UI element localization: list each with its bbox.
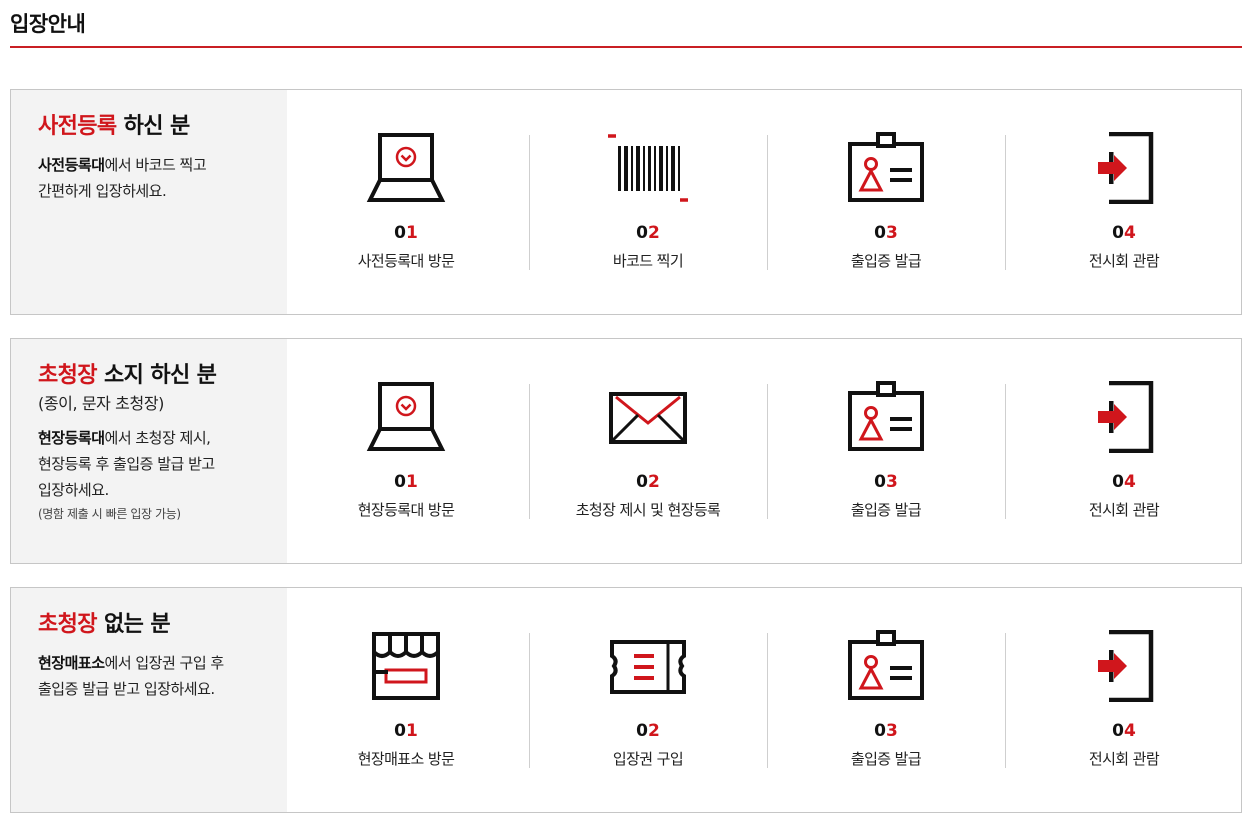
enter-door-icon (1098, 630, 1154, 702)
section-no-invitation: 초청장 없는 분 현장매표소에서 입장권 구입 후 출입증 발급 받고 입장하세… (10, 587, 1242, 813)
step-label: 출입증 발급 (850, 750, 922, 768)
page-title: 입장안내 (10, 12, 86, 36)
ticket-booth-icon (372, 632, 440, 700)
ticket-icon (610, 640, 686, 694)
desc-bold: 사전등록대 (38, 156, 105, 174)
step-3: 03 출입증 발급 (767, 588, 1005, 812)
heading-highlight: 사전등록 (38, 114, 117, 139)
desc-line2: 현장등록 후 출입증 발급 받고 (38, 455, 215, 473)
step-label: 사전등록대 방문 (357, 252, 455, 270)
step-number: 01 (394, 223, 418, 243)
step-label: 입장권 구입 (612, 750, 684, 768)
steps: 01 현장등록대 방문 02 초청장 제시 및 현장등록 03 출입증 발급 0… (287, 339, 1241, 563)
step-label: 전시회 관람 (1088, 252, 1160, 270)
section-info-panel: 사전등록 하신 분 사전등록대에서 바코드 찍고 간편하게 입장하세요. (11, 90, 287, 314)
step-2: 02 바코드 찍기 (529, 90, 767, 314)
step-number: 03 (874, 721, 898, 741)
id-badge-icon (848, 381, 924, 451)
section-info-panel: 초청장 없는 분 현장매표소에서 입장권 구입 후 출입증 발급 받고 입장하세… (11, 588, 287, 812)
laptop-icon (366, 133, 446, 202)
desc-bold: 현장매표소 (38, 654, 105, 672)
section-description: 현장등록대에서 초청장 제시, 현장등록 후 출입증 발급 받고 입장하세요. (38, 425, 287, 503)
section-subheading: (종이, 문자 초청장) (38, 394, 164, 413)
step-number: 04 (1112, 472, 1136, 492)
section-heading: 초청장 없는 분 (38, 610, 287, 640)
step-3: 03 출입증 발급 (767, 90, 1005, 314)
step-label: 전시회 관람 (1088, 501, 1160, 519)
steps: 01 사전등록대 방문 02 바코드 찍기 03 출입증 발급 04 전시회 관… (287, 90, 1241, 314)
desc-bold: 현장등록대 (38, 429, 105, 447)
step-number: 02 (636, 223, 660, 243)
section-description: 사전등록대에서 바코드 찍고 간편하게 입장하세요. (38, 152, 287, 204)
heading-rest: 없는 분 (96, 612, 171, 637)
step-label: 현장매표소 방문 (357, 750, 455, 768)
step-number: 03 (874, 472, 898, 492)
step-number: 04 (1112, 223, 1136, 243)
barcode-icon (608, 134, 688, 202)
section-heading: 초청장 소지 하신 분 (38, 361, 287, 391)
step-4: 04 전시회 관람 (1005, 90, 1243, 314)
desc-line2: 출입증 발급 받고 입장하세요. (38, 680, 215, 698)
desc-rest: 에서 바코드 찍고 (104, 156, 207, 174)
step-3: 03 출입증 발급 (767, 339, 1005, 563)
step-label: 전시회 관람 (1088, 750, 1160, 768)
step-1: 01 사전등록대 방문 (287, 90, 525, 314)
desc-rest: 에서 입장권 구입 후 (104, 654, 225, 672)
step-number: 02 (636, 472, 660, 492)
step-label: 출입증 발급 (850, 252, 922, 270)
section-invitation-holder: 초청장 소지 하신 분 (종이, 문자 초청장) 현장등록대에서 초청장 제시,… (10, 338, 1242, 564)
laptop-icon (366, 382, 446, 451)
id-badge-icon (848, 132, 924, 202)
step-label: 출입증 발급 (850, 501, 922, 519)
desc-rest: 에서 초청장 제시, (104, 429, 211, 447)
heading-rest: 하신 분 (116, 114, 191, 139)
step-label: 초청장 제시 및 현장등록 (575, 501, 721, 519)
step-label: 바코드 찍기 (612, 252, 684, 270)
enter-door-icon (1098, 381, 1154, 453)
heading-highlight: 초청장 (38, 363, 98, 388)
steps: 01 현장매표소 방문 02 입장권 구입 03 출입증 발급 04 전시회 관… (287, 588, 1241, 812)
step-label: 현장등록대 방문 (357, 501, 455, 519)
section-info-panel: 초청장 소지 하신 분 (종이, 문자 초청장) 현장등록대에서 초청장 제시,… (11, 339, 287, 563)
step-2: 02 입장권 구입 (529, 588, 767, 812)
step-4: 04 전시회 관람 (1005, 588, 1243, 812)
step-4: 04 전시회 관람 (1005, 339, 1243, 563)
step-number: 03 (874, 223, 898, 243)
step-number: 01 (394, 721, 418, 741)
step-number: 04 (1112, 721, 1136, 741)
section-heading: 사전등록 하신 분 (38, 112, 287, 142)
section-description: 현장매표소에서 입장권 구입 후 출입증 발급 받고 입장하세요. (38, 650, 287, 702)
desc-line2: 간편하게 입장하세요. (38, 182, 167, 200)
heading-rest: 소지 하신 분 (96, 363, 217, 388)
step-2: 02 초청장 제시 및 현장등록 (529, 339, 767, 563)
step-number: 02 (636, 721, 660, 741)
title-rule (10, 46, 1242, 48)
envelope-icon (609, 392, 687, 444)
step-1: 01 현장등록대 방문 (287, 339, 525, 563)
id-badge-icon (848, 630, 924, 700)
section-note: (명함 제출 시 빠른 입장 가능) (38, 507, 181, 521)
step-number: 01 (394, 472, 418, 492)
section-pre-registered: 사전등록 하신 분 사전등록대에서 바코드 찍고 간편하게 입장하세요. 01 … (10, 89, 1242, 315)
desc-line3: 입장하세요. (38, 481, 109, 499)
heading-highlight: 초청장 (38, 612, 98, 637)
enter-door-icon (1098, 132, 1154, 204)
step-1: 01 현장매표소 방문 (287, 588, 525, 812)
